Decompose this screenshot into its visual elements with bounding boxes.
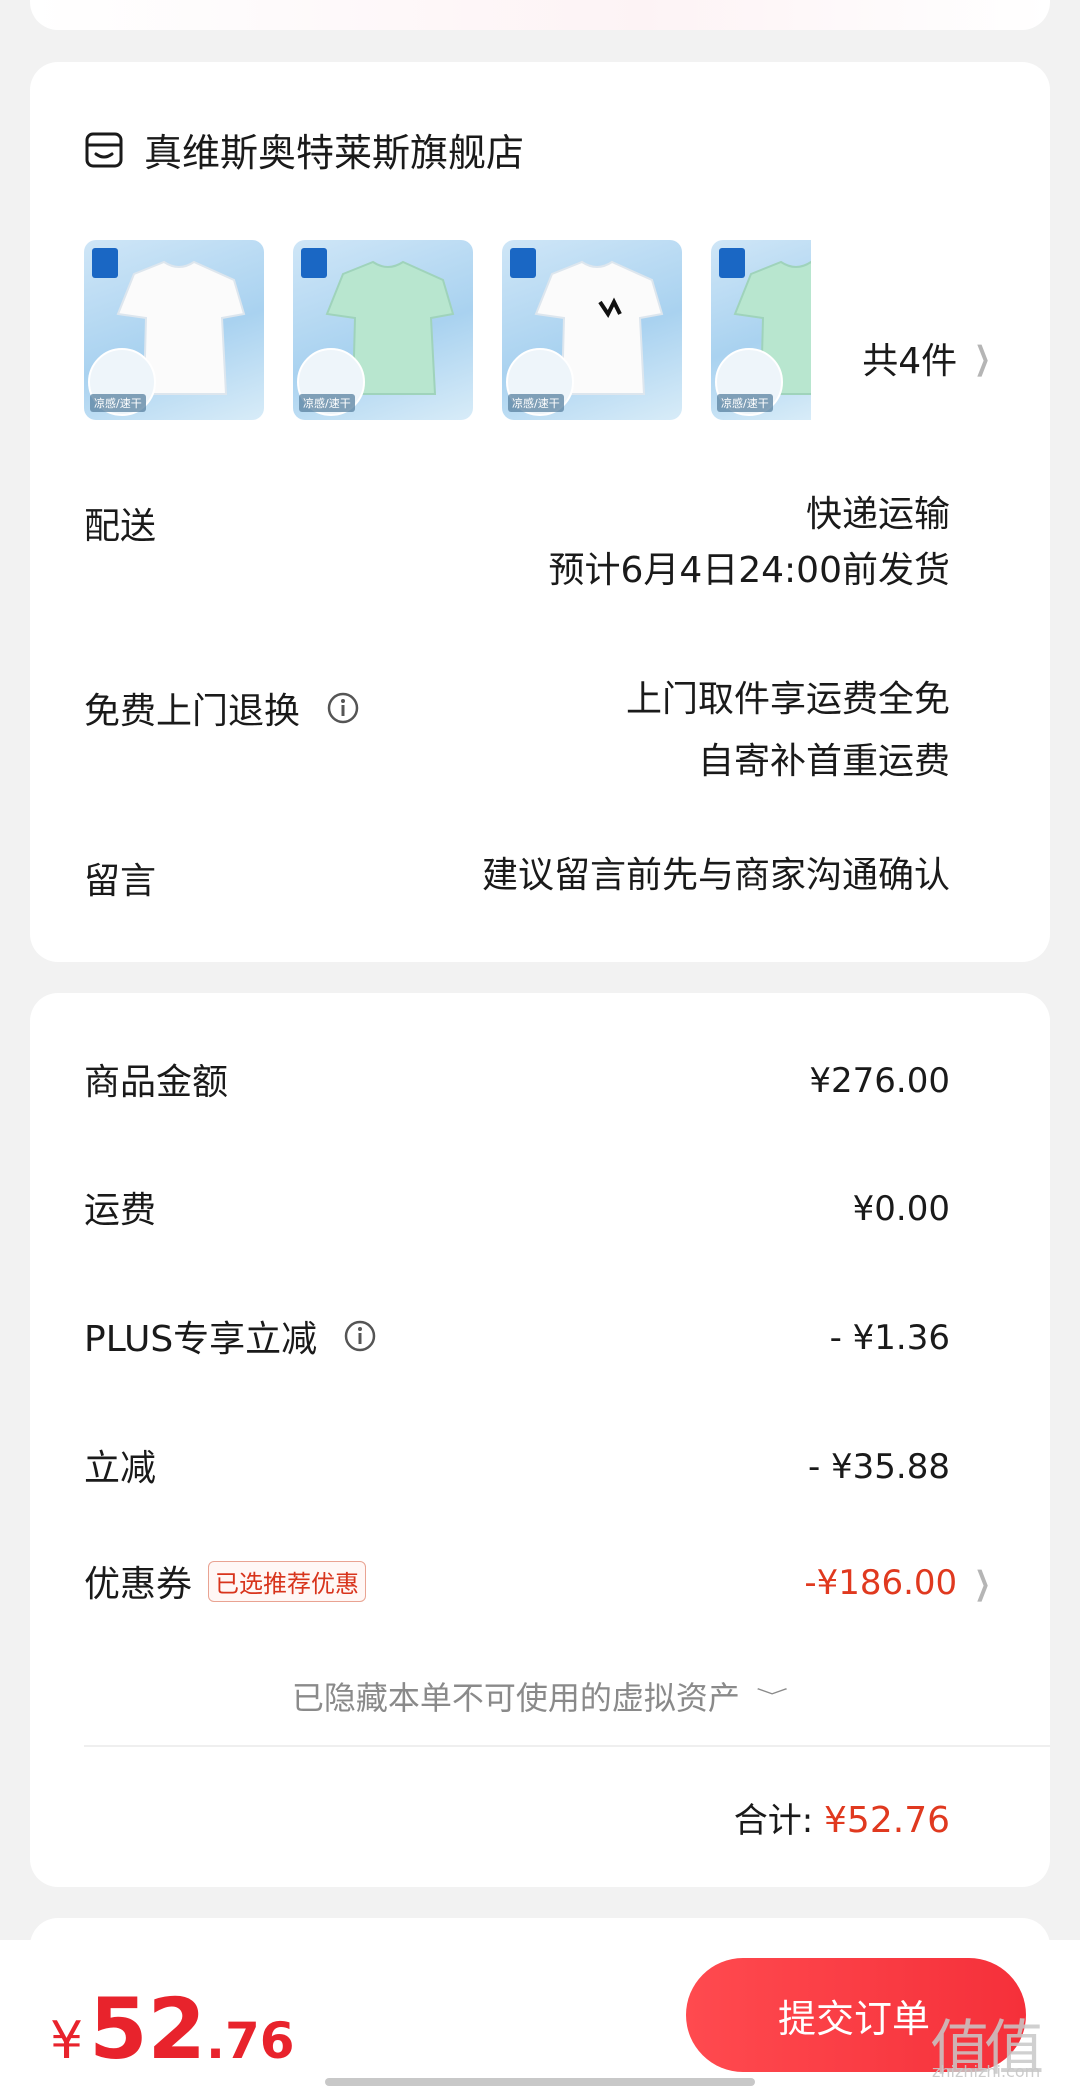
- info-icon[interactable]: [343, 1319, 377, 1353]
- coupon-value: -¥186.00: [804, 1563, 958, 1603]
- swatch-tag: 凉感/速干: [299, 394, 355, 412]
- chevron-right-icon: ❯: [974, 339, 991, 377]
- store-card: 真维斯奥特莱斯旗舰店 凉感/速干 凉感/速干 凉感/速干 凉感/速干 共4件 ❯…: [30, 62, 1050, 962]
- product-thumbnail[interactable]: 凉感/速干: [84, 240, 264, 420]
- submit-order-label: 提交订单: [778, 1998, 931, 2041]
- returns-label-wrap: 免费上门退换: [84, 682, 360, 734]
- shipping-fee-row: 运费 ¥0.00: [84, 1181, 950, 1241]
- total-row: 合计: ¥52.76: [734, 1793, 950, 1842]
- bottom-checkout-bar: ¥ 52 .76 提交订单: [0, 1940, 1080, 2088]
- instant-discount-label: 立减: [84, 1448, 157, 1489]
- returns-line1: 上门取件享运费全免: [625, 679, 950, 720]
- divider: [84, 1745, 1050, 1747]
- store-icon: [85, 132, 123, 167]
- goods-amount-value: ¥276.00: [809, 1061, 950, 1101]
- coupon-label: 优惠券: [84, 1564, 193, 1605]
- store-header[interactable]: 真维斯奥特莱斯旗舰店: [84, 122, 524, 177]
- delivery-eta: 预计6月4日24:00前发货: [548, 550, 950, 591]
- product-thumbnail[interactable]: 凉感/速干: [711, 240, 811, 420]
- hidden-assets-text: 已隐藏本单不可使用的虚拟资产: [291, 1679, 740, 1717]
- delivery-label: 配送: [84, 506, 157, 547]
- goods-amount-label: 商品金额: [84, 1062, 229, 1103]
- total-value: ¥52.76: [824, 1800, 950, 1841]
- price-detail-card: 商品金额 ¥276.00 运费 ¥0.00 PLUS专享立减 - ¥1.36 立…: [30, 993, 1050, 1887]
- message-row[interactable]: 留言 建议留言前先与商家沟通确认: [84, 852, 950, 912]
- returns-line2: 自寄补首重运费: [697, 741, 950, 782]
- previous-card-bottom: [30, 0, 1050, 30]
- total-label: 合计:: [733, 1801, 814, 1841]
- delivery-method: 快递运输: [805, 494, 950, 535]
- store-name: 真维斯奥特莱斯旗舰店: [144, 131, 525, 175]
- instant-discount-row: 立减 - ¥35.88: [84, 1439, 950, 1499]
- plus-discount-label-wrap: PLUS专享立减: [84, 1310, 377, 1362]
- items-count-link[interactable]: 共4件 ❯: [862, 332, 996, 384]
- items-count-label: 共4件: [862, 341, 958, 382]
- message-input[interactable]: 建议留言前先与商家沟通确认: [482, 848, 950, 904]
- plus-discount-row: PLUS专享立减 - ¥1.36: [84, 1310, 950, 1370]
- payable-amount: ¥ 52 .76: [50, 1980, 295, 2078]
- home-indicator[interactable]: [325, 2078, 755, 2086]
- coupon-value-wrap: -¥186.00 ❯: [804, 1555, 996, 1611]
- product-thumbnails[interactable]: 凉感/速干 凉感/速干 凉感/速干 凉感/速干: [84, 240, 1044, 422]
- product-thumbnail[interactable]: 凉感/速干: [293, 240, 473, 420]
- plus-discount-value: - ¥1.36: [829, 1318, 950, 1358]
- swatch-tag: 凉感/速干: [508, 394, 564, 412]
- watermark-site: zhizhizhi.com: [932, 2062, 1041, 2081]
- coupon-row[interactable]: 优惠券 已选推荐优惠 -¥186.00 ❯: [84, 1555, 996, 1615]
- chevron-down-icon: ﹀: [756, 1686, 789, 1708]
- amount-integer: 52: [89, 1980, 206, 2078]
- returns-row[interactable]: 免费上门退换 上门取件享运费全免 自寄补首重运费: [84, 672, 950, 792]
- currency-symbol: ¥: [50, 2011, 84, 2071]
- coupon-label-wrap: 优惠券 已选推荐优惠: [84, 1555, 367, 1607]
- swatch-tag: 凉感/速干: [90, 394, 146, 412]
- product-thumbnail[interactable]: 凉感/速干: [502, 240, 682, 420]
- goods-amount-row: 商品金额 ¥276.00: [84, 1053, 950, 1113]
- message-label: 留言: [84, 861, 157, 902]
- delivery-row[interactable]: 配送 快递运输 预计6月4日24:00前发货: [84, 487, 950, 607]
- hidden-assets-toggle[interactable]: 已隐藏本单不可使用的虚拟资产 ﹀: [30, 1673, 1050, 1719]
- returns-label: 免费上门退换: [84, 691, 301, 732]
- shipping-fee-label: 运费: [84, 1190, 157, 1231]
- info-icon[interactable]: [326, 691, 360, 725]
- shipping-fee-value: ¥0.00: [852, 1189, 950, 1229]
- plus-discount-label: PLUS专享立减: [84, 1319, 318, 1360]
- swatch-tag: 凉感/速干: [717, 394, 773, 412]
- coupon-recommended-badge: 已选推荐优惠: [208, 1560, 367, 1602]
- instant-discount-value: - ¥35.88: [807, 1447, 950, 1487]
- chevron-right-icon: ❯: [974, 1564, 991, 1602]
- amount-decimal: .76: [206, 2012, 295, 2070]
